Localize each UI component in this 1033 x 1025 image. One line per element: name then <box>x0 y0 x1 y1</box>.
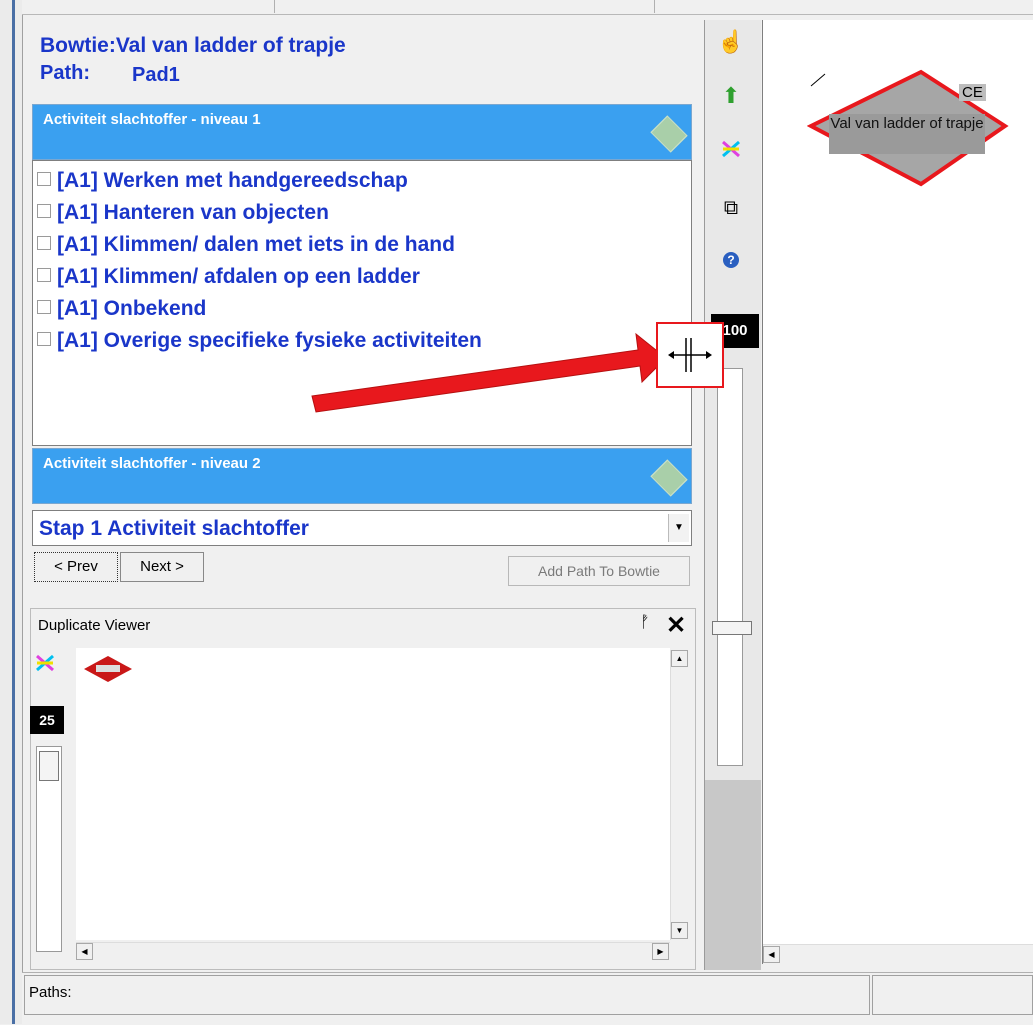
paths-status: Paths: <box>24 975 870 1015</box>
annotation-arrow <box>311 332 667 413</box>
status-cell-empty <box>872 975 1033 1015</box>
resize-cursor-icon <box>656 322 724 388</box>
status-bar: Paths: <box>22 972 1033 1025</box>
